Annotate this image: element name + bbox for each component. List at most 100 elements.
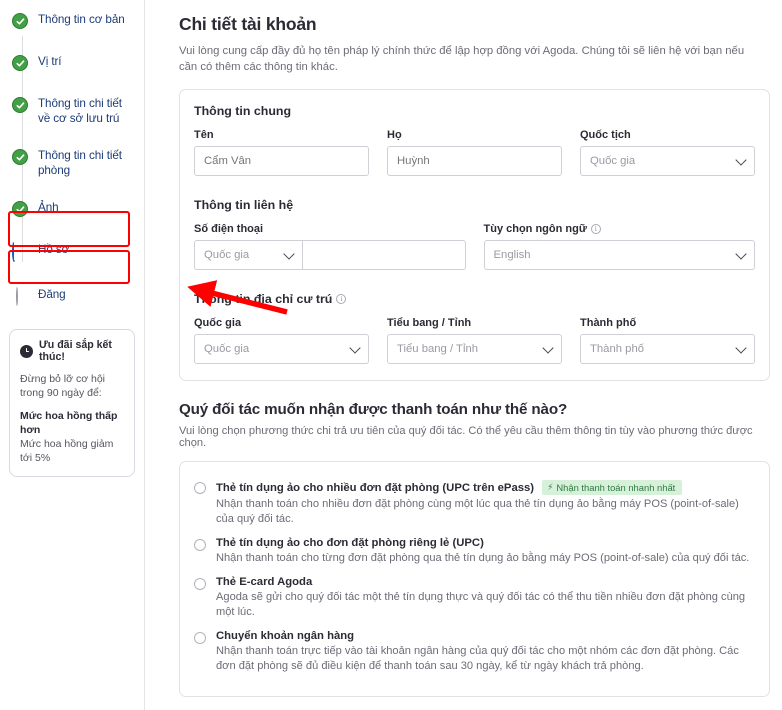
residence-state-value: Tiểu bang / Tỉnh — [397, 343, 479, 355]
residence-country-select[interactable]: Quốc gia — [194, 334, 369, 364]
payment-options-card: Thẻ tín dụng ảo cho nhiều đơn đặt phòng … — [179, 461, 770, 697]
nationality-select[interactable]: Quốc gia — [580, 146, 755, 176]
promo-benefit-title: Mức hoa hồng thấp hơn — [20, 410, 118, 436]
payment-option-title-row: Thẻ tín dụng ảo cho đơn đặt phòng riêng … — [216, 537, 755, 549]
residence-state-label: Tiểu bang / Tỉnh — [387, 317, 472, 329]
sidebar-step-label: Vị trí — [38, 55, 62, 68]
payment-option-body: Thẻ tín dụng ảo cho đơn đặt phòng riêng … — [216, 537, 755, 566]
chevron-down-icon — [735, 248, 747, 260]
sidebar-step-label: Đăng — [38, 288, 66, 301]
payment-option-title-row: Chuyển khoản ngân hàng — [216, 630, 755, 642]
promo-benefit-desc: Mức hoa hồng giảm tới 5% — [20, 438, 114, 464]
payment-option-body: Thẻ E-card Agoda Agoda sẽ gửi cho quý đố… — [216, 576, 755, 620]
last-name-field: Họ — [387, 129, 562, 176]
empty-circle-icon — [12, 287, 28, 306]
first-name-label: Tên — [194, 129, 214, 141]
radio-button[interactable] — [194, 539, 206, 551]
sidebar-step-property-details[interactable]: Thông tin chi tiết về cơ sở lưu trú — [0, 96, 144, 126]
sidebar-step-label: Thông tin chi tiết phòng — [38, 149, 122, 177]
sidebar-step-photos[interactable]: Ảnh — [0, 200, 144, 220]
sidebar-step-basic-info[interactable]: Thông tin cơ bản — [0, 12, 144, 32]
last-name-input[interactable] — [387, 146, 562, 176]
payment-option-ecard[interactable]: Thẻ E-card Agoda Agoda sẽ gửi cho quý đố… — [194, 570, 755, 624]
sidebar-step-publish[interactable]: Đăng — [0, 287, 144, 307]
payment-option-upc-epass[interactable]: Thẻ tín dụng ảo cho nhiều đơn đặt phòng … — [194, 474, 755, 531]
residence-city-field: Thành phố Thành phố — [580, 317, 755, 364]
payment-section-title: Quý đối tác muốn nhận được thanh toán nh… — [179, 401, 568, 418]
residence-country-label: Quốc gia — [194, 317, 242, 329]
clock-icon — [20, 344, 33, 358]
phone-number-input[interactable] — [302, 240, 466, 270]
nationality-label: Quốc tịch — [580, 129, 631, 141]
nationality-select-value: Quốc gia — [590, 155, 636, 167]
info-icon[interactable]: i — [590, 224, 601, 234]
general-info-row: Tên Họ Quốc tịch Quốc gia — [194, 129, 755, 176]
phone-country-value: Quốc gia — [204, 249, 250, 261]
phone-country-select[interactable]: Quốc gia — [194, 240, 302, 270]
payment-option-title-row: Thẻ E-card Agoda — [216, 576, 755, 588]
payment-option-title: Thẻ tín dụng ảo cho nhiều đơn đặt phòng … — [216, 481, 535, 494]
language-select-value: English — [493, 249, 531, 261]
payment-section-subtitle: Vui lòng chọn phương thức chi trả ưu tiê… — [179, 425, 753, 449]
payment-option-body: Thẻ tín dụng ảo cho nhiều đơn đặt phòng … — [216, 480, 755, 527]
account-details-card: Thông tin chung Tên Họ Quốc tịch Quốc gi… — [179, 89, 770, 381]
general-info-heading-text: Thông tin chung — [194, 104, 292, 118]
nationality-field: Quốc tịch Quốc gia — [580, 129, 755, 176]
last-name-label: Họ — [387, 129, 402, 141]
language-field: Tùy chọn ngôn ngữ i English — [483, 223, 756, 270]
language-select[interactable]: English — [483, 240, 755, 270]
contact-info-heading: Thông tin liên hệ — [194, 198, 755, 212]
payment-option-bank-transfer[interactable]: Chuyển khoản ngân hàng Nhận thanh toán t… — [194, 624, 755, 678]
contact-info-heading-text: Thông tin liên hệ — [194, 198, 294, 212]
sidebar-step-label: Hồ sơ — [38, 243, 70, 256]
payment-option-desc: Nhận thanh toán trực tiếp vào tài khoản … — [216, 645, 739, 672]
radio-button[interactable] — [194, 632, 206, 644]
spinner-icon — [12, 241, 28, 262]
sidebar-step-room-details[interactable]: Thông tin chi tiết phòng — [0, 148, 144, 178]
sidebar-step-location[interactable]: Vị trí — [0, 54, 144, 74]
chevron-down-icon — [542, 342, 554, 354]
payment-option-upc-single[interactable]: Thẻ tín dụng ảo cho đơn đặt phòng riêng … — [194, 531, 755, 570]
promo-title: Ưu đãi sắp kết thúc! — [39, 339, 112, 363]
check-circle-icon — [12, 55, 28, 71]
onboarding-sidebar: Thông tin cơ bản Vị trí Thông tin chi ti… — [0, 0, 145, 710]
promo-line-1: Đừng bỏ lỡ cơ hội trong 90 ngày để: — [20, 373, 106, 399]
payment-option-title: Thẻ tín dụng ảo cho đơn đặt phòng riêng … — [216, 537, 484, 549]
check-circle-icon — [12, 13, 28, 29]
radio-button[interactable] — [194, 578, 206, 590]
payment-option-desc: Nhận thanh toán cho nhiều đơn đặt phòng … — [216, 498, 739, 525]
payment-option-body: Chuyển khoản ngân hàng Nhận thanh toán t… — [216, 630, 755, 674]
residence-country-value: Quốc gia — [204, 343, 250, 355]
promo-offer-card: Ưu đãi sắp kết thúc! Đừng bỏ lỡ cơ hội t… — [9, 329, 135, 477]
payment-option-title-row: Thẻ tín dụng ảo cho nhiều đơn đặt phòng … — [216, 480, 755, 495]
promo-benefit: Mức hoa hồng thấp hơn Mức hoa hồng giảm … — [20, 409, 124, 465]
residence-info-heading-text: Thông tin địa chỉ cư trú — [194, 292, 333, 306]
chevron-down-icon — [735, 154, 747, 166]
residence-city-select[interactable]: Thành phố — [580, 334, 755, 364]
chevron-down-icon — [283, 248, 295, 260]
check-circle-icon — [12, 149, 28, 165]
residence-state-field: Tiểu bang / Tỉnh Tiểu bang / Tỉnh — [387, 317, 562, 364]
first-name-input[interactable] — [194, 146, 369, 176]
phone-input-group: Quốc gia — [194, 240, 466, 270]
payment-option-desc: Agoda sẽ gửi cho quý đối tác một thẻ tín… — [216, 591, 746, 618]
radio-button[interactable] — [194, 482, 206, 494]
chevron-down-icon — [349, 342, 361, 354]
main-content: Chi tiết tài khoản Vui lòng cung cấp đầy… — [145, 0, 782, 710]
residence-country-field: Quốc gia Quốc gia — [194, 317, 369, 364]
info-icon[interactable]: i — [336, 294, 347, 304]
check-circle-icon — [12, 201, 28, 217]
language-label: Tùy chọn ngôn ngữ i — [484, 223, 756, 235]
residence-info-row: Quốc gia Quốc gia Tiểu bang / Tỉnh Tiểu … — [194, 317, 755, 364]
sidebar-step-label: Ảnh — [38, 201, 59, 214]
first-name-field: Tên — [194, 129, 369, 176]
residence-state-select[interactable]: Tiểu bang / Tỉnh — [387, 334, 562, 364]
promo-header: Ưu đãi sắp kết thúc! — [20, 339, 124, 363]
residence-city-value: Thành phố — [590, 343, 645, 355]
sidebar-step-profile[interactable]: Hồ sơ — [0, 241, 144, 262]
contact-info-row: Số điện thoại Quốc gia Tùy chọn ngôn ngữ… — [194, 223, 755, 270]
fastest-payment-badge-label: Nhận thanh toán nhanh nhất — [556, 482, 676, 493]
phone-label: Số điện thoại — [194, 223, 264, 235]
payment-option-title: Thẻ E-card Agoda — [216, 576, 313, 588]
page-root: Thông tin cơ bản Vị trí Thông tin chi ti… — [0, 0, 782, 710]
